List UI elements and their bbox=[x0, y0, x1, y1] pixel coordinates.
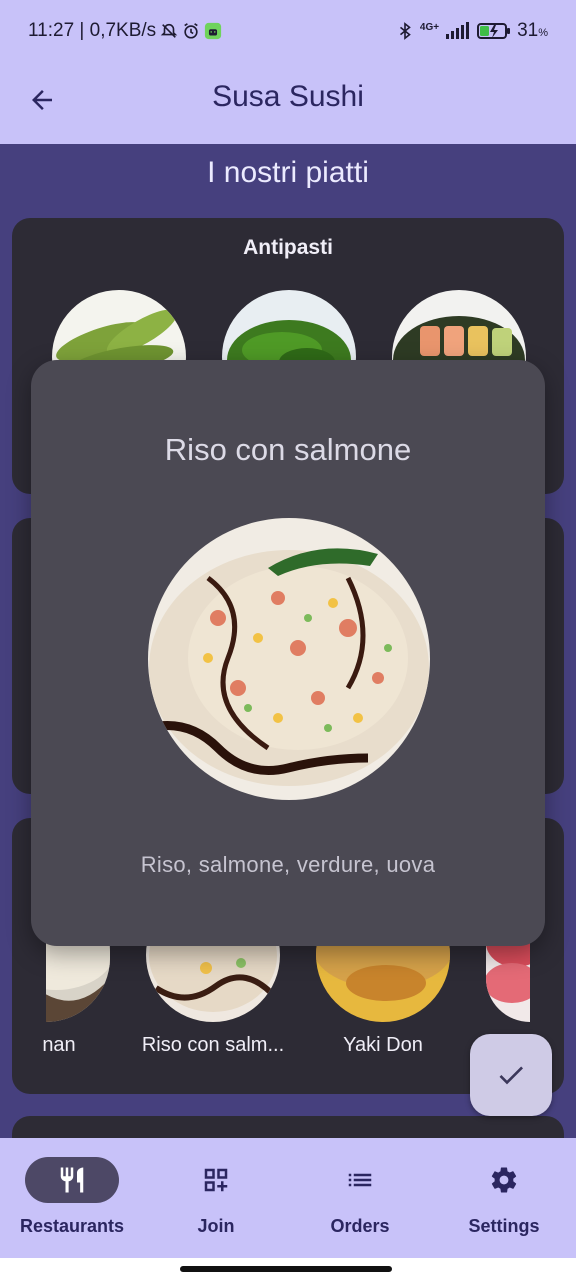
gesture-area bbox=[0, 1258, 576, 1280]
nav-item-settings[interactable]: Settings bbox=[432, 1138, 576, 1258]
dish-label-partial: nan bbox=[42, 1034, 76, 1056]
dish-detail-dialog: Riso con salmone Riso, salmone, verdure,… bbox=[31, 360, 545, 946]
fried-rice-salmon-image bbox=[148, 518, 430, 800]
dialog-description: Riso, salmone, verdure, uova bbox=[140, 852, 436, 877]
alarm-icon bbox=[184, 23, 198, 39]
dish-label-yaki-don: Yaki Don bbox=[343, 1034, 423, 1056]
app-title: Susa Sushi bbox=[212, 80, 364, 113]
bell-off-icon bbox=[160, 23, 178, 38]
check-icon bbox=[499, 1066, 523, 1085]
status-left: 11:27 | 0,7KB/s bbox=[28, 20, 222, 42]
battery-value: 31 bbox=[517, 20, 539, 41]
nav-pill-restaurants bbox=[25, 1157, 119, 1203]
restaurant-icon bbox=[60, 1167, 84, 1193]
battery-unit: % bbox=[538, 27, 548, 39]
nav-item-orders[interactable]: Orders bbox=[288, 1138, 432, 1258]
dialog-title: Riso con salmone bbox=[164, 432, 412, 467]
list-icon bbox=[348, 1173, 372, 1187]
dish-label-riso-con-salmone: Riso con salm... bbox=[141, 1034, 285, 1056]
app-bar: Susa Sushi bbox=[0, 64, 576, 144]
nav-label-restaurants: Restaurants bbox=[19, 1216, 125, 1236]
nav-label-join: Join bbox=[197, 1216, 235, 1236]
confirm-fab[interactable] bbox=[470, 1034, 552, 1116]
nav-item-join[interactable]: Join bbox=[144, 1138, 288, 1258]
bluetooth-icon bbox=[399, 22, 411, 40]
status-bar: 11:27 | 0,7KB/s 4G+ 31% bbox=[0, 0, 576, 64]
status-time-network: 11:27 | 0,7KB/s bbox=[28, 20, 157, 41]
nav-label-settings: Settings bbox=[468, 1216, 540, 1236]
settings-icon bbox=[491, 1167, 517, 1193]
nav-pill-join bbox=[169, 1157, 263, 1203]
battery-charging-icon bbox=[477, 23, 511, 39]
nav-label-orders: Orders bbox=[330, 1216, 390, 1236]
nav-item-restaurants[interactable]: Restaurants bbox=[0, 1138, 144, 1258]
menu-heading: I nostri piatti bbox=[207, 156, 369, 189]
android-notification-icon bbox=[205, 22, 222, 40]
network-type: 4G+ bbox=[419, 21, 440, 33]
nav-pill-settings bbox=[457, 1157, 551, 1203]
status-right: 4G+ 31% bbox=[396, 20, 548, 42]
battery-level: 31% bbox=[517, 20, 548, 42]
nav-pill-orders bbox=[313, 1157, 407, 1203]
bottom-navigation: Restaurants Join Orders Settings bbox=[0, 1138, 576, 1258]
qr-code-icon bbox=[204, 1168, 228, 1192]
dialog-dish-image bbox=[148, 518, 430, 800]
category-title: Antipasti bbox=[243, 236, 333, 259]
signal-icon bbox=[446, 22, 470, 39]
home-gesture-bar[interactable] bbox=[180, 1266, 392, 1272]
